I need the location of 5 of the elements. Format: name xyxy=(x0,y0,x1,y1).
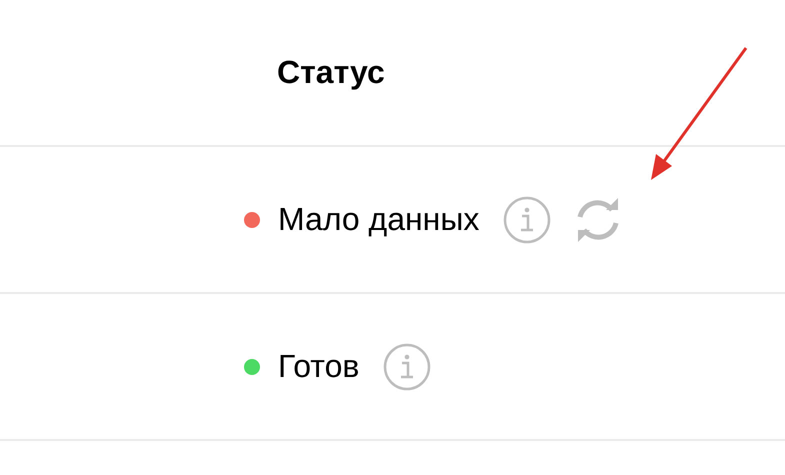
status-text: Готов xyxy=(278,348,360,385)
info-icon[interactable] xyxy=(503,196,552,244)
info-icon[interactable] xyxy=(383,342,432,390)
column-header: Статус xyxy=(277,54,385,91)
status-text: Мало данных xyxy=(278,201,480,238)
